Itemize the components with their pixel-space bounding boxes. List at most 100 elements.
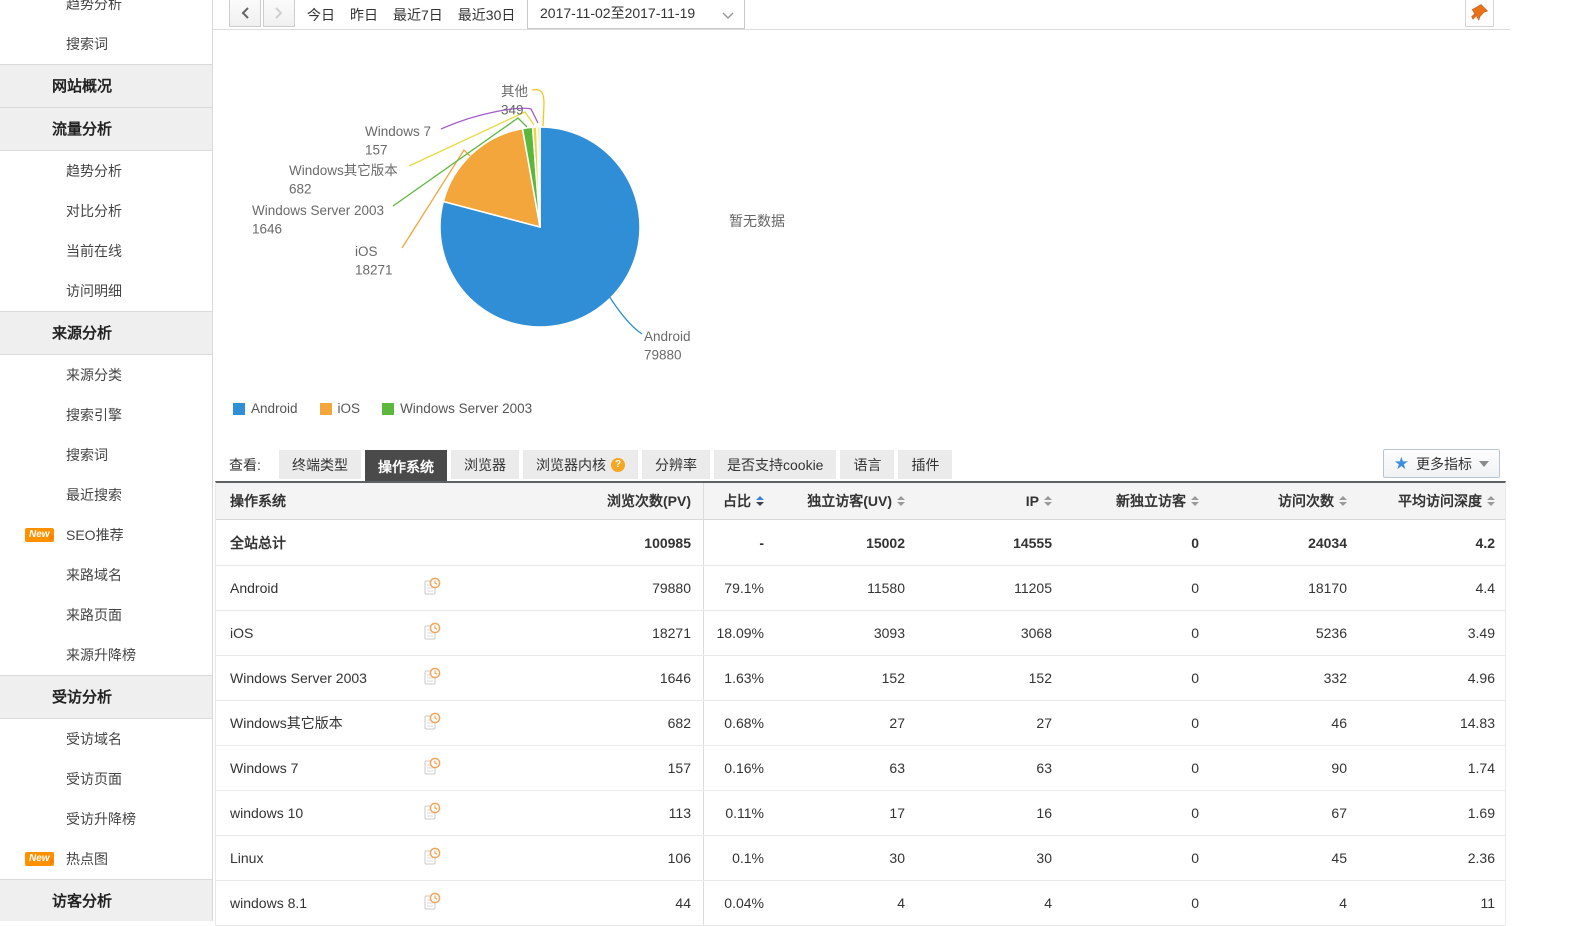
sidebar-section-visitor-analysis[interactable]: 访客分析 bbox=[0, 879, 212, 921]
date-toolbar: 今日昨日最近7日最近30日 2017-11-02至2017-11-19 bbox=[213, 0, 1510, 30]
cell-value: 3068 bbox=[1021, 625, 1052, 641]
pin-button[interactable] bbox=[1465, 0, 1494, 27]
help-icon[interactable]: ? bbox=[611, 458, 625, 472]
main-content: 今日昨日最近7日最近30日 2017-11-02至2017-11-19 Andr… bbox=[213, 0, 1510, 921]
cell-value: 3093 bbox=[874, 625, 905, 641]
sidebar-section-source-analysis[interactable]: 来源分析 bbox=[0, 311, 212, 355]
sort-icon[interactable] bbox=[1339, 496, 1347, 506]
sidebar-section-visited-analysis[interactable]: 受访分析 bbox=[0, 675, 212, 719]
sidebar-item-visited-domain[interactable]: 受访域名 bbox=[0, 719, 212, 759]
tab-plugin[interactable]: 插件 bbox=[898, 450, 952, 479]
table-cell: 0.1% bbox=[703, 836, 776, 880]
cell-value: 90 bbox=[1331, 760, 1347, 776]
column-header-pv: 浏览次数(PV) bbox=[561, 483, 703, 519]
sort-icon[interactable] bbox=[756, 496, 764, 506]
legend-item-iOS[interactable]: iOS bbox=[320, 401, 361, 416]
sidebar-item-visited-page[interactable]: 受访页面 bbox=[0, 759, 212, 799]
sort-icon[interactable] bbox=[897, 496, 905, 506]
sidebar-item-recent-search[interactable]: 最近搜索 bbox=[0, 475, 212, 515]
legend-item-Android[interactable]: Android bbox=[233, 401, 298, 416]
table-cell: 4 bbox=[1211, 881, 1359, 925]
tab-cookie-support[interactable]: 是否支持cookie bbox=[714, 450, 836, 479]
pie-label-value: 18271 bbox=[355, 263, 393, 278]
sidebar-item-referrer-domain[interactable]: 来路域名 bbox=[0, 555, 212, 595]
legend-item-Windows Server 2003[interactable]: Windows Server 2003 bbox=[382, 401, 532, 416]
sidebar-item-trend-analysis[interactable]: 趋势分析 bbox=[0, 151, 212, 191]
sort-icon[interactable] bbox=[1487, 496, 1495, 506]
trend-history-icon[interactable] bbox=[424, 667, 441, 689]
column-header-label: 操作系统 bbox=[230, 491, 286, 511]
tab-browser[interactable]: 浏览器 bbox=[451, 450, 519, 479]
pie-label-name: Windows Server 2003 bbox=[252, 203, 384, 218]
trend-history-icon[interactable] bbox=[424, 757, 441, 779]
sidebar-item-visit-detail[interactable]: 访问明细 bbox=[0, 271, 212, 311]
sort-icon[interactable] bbox=[1044, 496, 1052, 506]
table-row: iOS1827118.09%30933068052363.49 bbox=[216, 611, 1505, 656]
quick-range-last-7-days[interactable]: 最近7日 bbox=[393, 5, 443, 25]
trend-history-icon[interactable] bbox=[424, 892, 441, 914]
table-header-row: 操作系统 浏览次数(PV)占比独立访客(UV) IP 新独立访客 访问次数 平均访问深度 bbox=[216, 483, 1505, 520]
table-cell: 24034 bbox=[1211, 520, 1359, 565]
column-header-label: 访问次数 bbox=[1278, 491, 1334, 511]
sidebar-item-source-category[interactable]: 来源分类 bbox=[0, 355, 212, 395]
sidebar-item-current-online[interactable]: 当前在线 bbox=[0, 231, 212, 271]
sidebar-section-traffic-analysis[interactable]: 流量分析 bbox=[0, 107, 212, 151]
pie-chart-canvas[interactable]: Android79880iOS18271Windows Server 20031… bbox=[213, 30, 1510, 385]
quick-range-yesterday[interactable]: 昨日 bbox=[350, 5, 378, 25]
tab-os[interactable]: 操作系统 bbox=[365, 450, 447, 483]
trend-history-icon[interactable] bbox=[424, 712, 441, 734]
table-cell: 18271 bbox=[561, 611, 703, 655]
trend-history-icon[interactable] bbox=[424, 577, 441, 599]
table-cell: 1646 bbox=[561, 656, 703, 700]
prev-period-button[interactable] bbox=[229, 0, 261, 27]
trend-history-icon[interactable] bbox=[424, 847, 441, 869]
table-cell: 27 bbox=[776, 701, 917, 745]
cell-value: 0.68% bbox=[724, 715, 764, 731]
column-header-uv[interactable]: 独立访客(UV) bbox=[776, 483, 917, 519]
more-metrics-button[interactable]: ★ 更多指标 bbox=[1383, 449, 1500, 478]
column-header-label: IP bbox=[1026, 493, 1039, 509]
sidebar-item-visited-ranking[interactable]: 受访升降榜 bbox=[0, 799, 212, 839]
sidebar-item-source-ranking[interactable]: 来源升降榜 bbox=[0, 635, 212, 675]
table-cell: 11580 bbox=[776, 566, 917, 610]
column-header-ip[interactable]: IP bbox=[917, 483, 1064, 519]
sidebar-item-referrer-page[interactable]: 来路页面 bbox=[0, 595, 212, 635]
sidebar-item-compare-analysis[interactable]: 对比分析 bbox=[0, 191, 212, 231]
cell-value: 4 bbox=[897, 895, 905, 911]
sort-icon[interactable] bbox=[1191, 496, 1199, 506]
table-cell: 0.11% bbox=[703, 791, 776, 835]
quick-range-last-30-days[interactable]: 最近30日 bbox=[458, 5, 516, 25]
sidebar-item-search-words-top[interactable]: 搜索词 bbox=[0, 24, 212, 64]
chevron-down-icon bbox=[722, 12, 734, 20]
column-header-visits[interactable]: 访问次数 bbox=[1211, 483, 1359, 519]
more-metrics-label: 更多指标 bbox=[1416, 454, 1472, 474]
next-period-button[interactable] bbox=[263, 0, 295, 27]
table-cell: 5236 bbox=[1211, 611, 1359, 655]
sidebar-section-site-overview[interactable]: 网站概况 bbox=[0, 64, 212, 108]
cell-value: Android bbox=[230, 580, 278, 596]
column-header-new-visitor[interactable]: 新独立访客 bbox=[1064, 483, 1211, 519]
sort-up-arrow bbox=[897, 496, 905, 500]
tab-browser-core[interactable]: 浏览器内核? bbox=[523, 450, 638, 479]
tab-resolution[interactable]: 分辨率 bbox=[642, 450, 710, 479]
trend-history-icon[interactable] bbox=[424, 802, 441, 824]
sidebar-item-seo-recommend[interactable]: NewSEO推荐 bbox=[0, 515, 212, 555]
tab-device-type[interactable]: 终端类型 bbox=[279, 450, 361, 479]
tab-language[interactable]: 语言 bbox=[840, 450, 894, 479]
sidebar-item-heatmap[interactable]: New热点图 bbox=[0, 839, 212, 879]
column-header-avg-depth[interactable]: 平均访问深度 bbox=[1359, 483, 1507, 519]
table-cell: 90 bbox=[1211, 746, 1359, 790]
table-cell: 45 bbox=[1211, 836, 1359, 880]
cell-value: 100985 bbox=[644, 535, 691, 551]
column-header-ratio[interactable]: 占比 bbox=[703, 483, 776, 519]
cell-value: 1.69 bbox=[1468, 805, 1495, 821]
star-icon: ★ bbox=[1394, 455, 1409, 472]
sidebar-item-search-words[interactable]: 搜索词 bbox=[0, 435, 212, 475]
sidebar-item-trend-analysis-top[interactable]: 趋势分析 bbox=[0, 0, 212, 24]
table-cell: 157 bbox=[561, 746, 703, 790]
date-range-select[interactable]: 2017-11-02至2017-11-19 bbox=[527, 0, 745, 29]
table-cell: 14555 bbox=[917, 520, 1064, 565]
trend-history-icon[interactable] bbox=[424, 622, 441, 644]
sidebar-item-search-engine[interactable]: 搜索引擎 bbox=[0, 395, 212, 435]
quick-range-today[interactable]: 今日 bbox=[307, 5, 335, 25]
